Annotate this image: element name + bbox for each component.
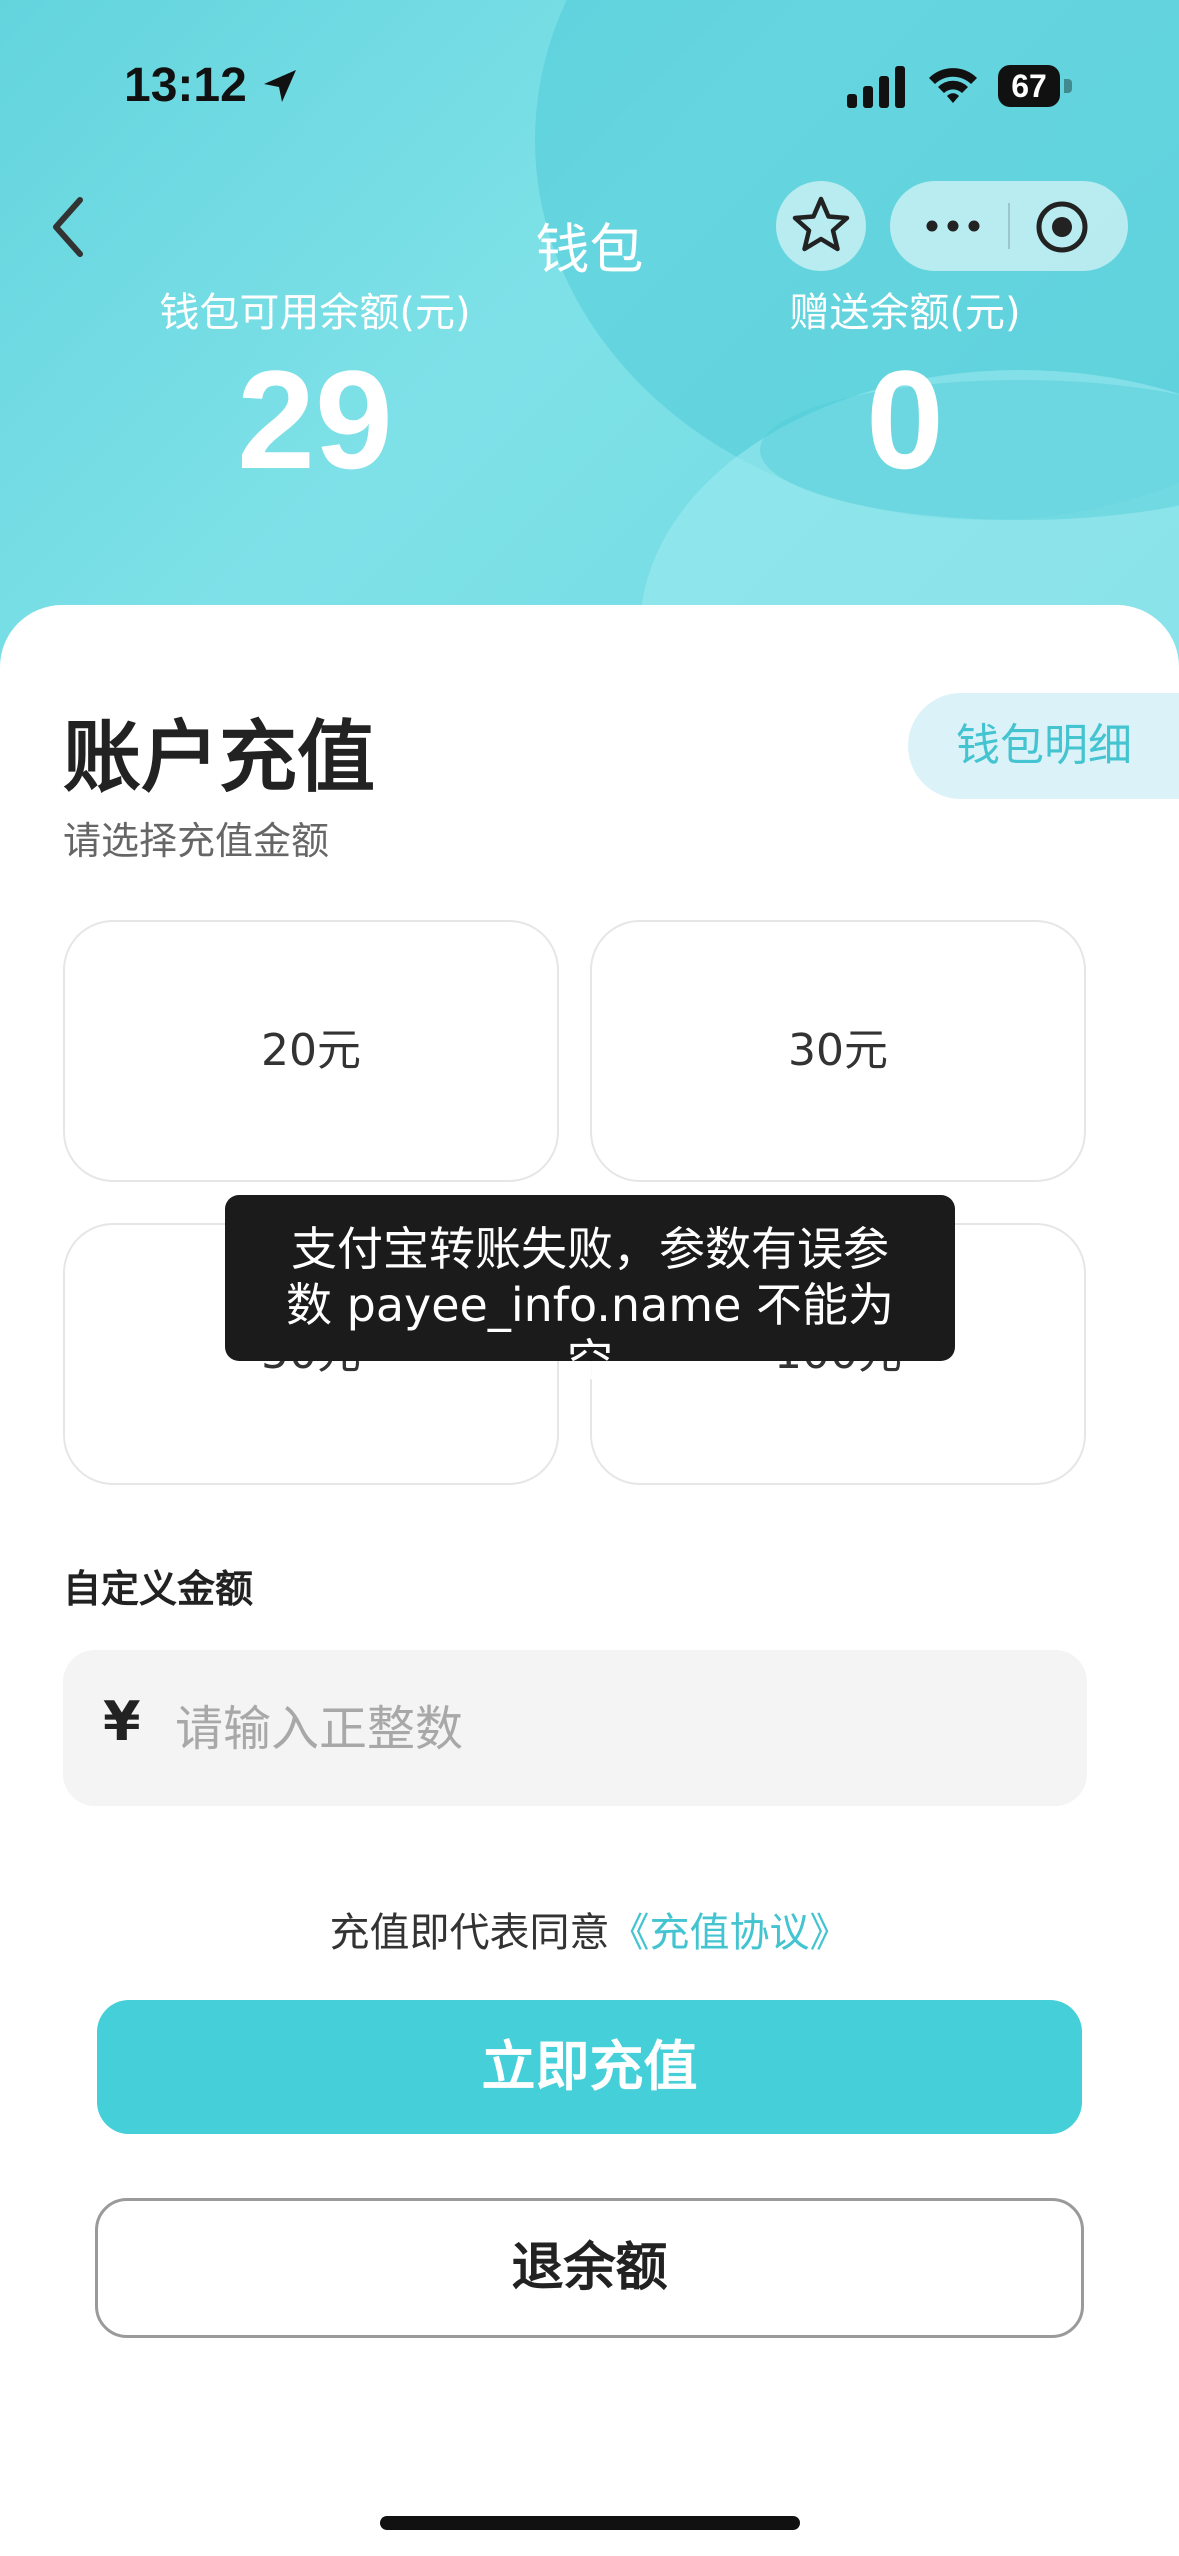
signal-icon — [847, 66, 905, 108]
agreement-link[interactable]: 《充值协议》 — [610, 1910, 850, 1956]
custom-amount-label: 自定义金额 — [63, 1567, 254, 1611]
wallet-header: 13:12 67 钱包 钱包可用余额(元) 29 赠送余额(元) 0 — [0, 0, 1179, 700]
gift-balance-value: 0 — [866, 341, 944, 498]
refund-balance-button[interactable]: 退余额 — [95, 2198, 1084, 2338]
battery-level: 67 — [998, 65, 1060, 107]
section-title: 账户充值 — [63, 713, 376, 803]
more-dots-icon[interactable] — [918, 201, 988, 251]
amount-option-20[interactable]: 20元 — [63, 920, 559, 1182]
wifi-icon — [929, 68, 977, 103]
favorite-button[interactable] — [776, 181, 866, 271]
wallet-detail-button[interactable]: 钱包明细 — [908, 693, 1179, 799]
agreement-text: 充值即代表同意《充值协议》 — [0, 1900, 1179, 1958]
error-toast: 支付宝转账失败，参数有误参 数 payee_info.name 不能为空 — [225, 1195, 955, 1388]
agreement-prefix: 充值即代表同意 — [329, 1910, 610, 1956]
battery-tip — [1064, 79, 1072, 93]
custom-amount-field: ¥ — [63, 1650, 1087, 1806]
star-icon — [792, 196, 850, 252]
gift-balance-label: 赠送余额(元) — [789, 290, 1021, 336]
recharge-button[interactable]: 立即充值 — [97, 2000, 1082, 2134]
status-time: 13:12 — [124, 59, 247, 112]
location-arrow-icon — [264, 70, 296, 102]
available-balance-label: 钱包可用余额(元) — [159, 290, 471, 336]
available-balance-value: 29 — [237, 341, 393, 498]
toast-line-1: 支付宝转账失败，参数有误参 — [291, 1222, 889, 1276]
battery-icon: 67 — [998, 65, 1076, 107]
amount-option-30[interactable]: 30元 — [590, 920, 1086, 1182]
miniapp-capsule — [890, 181, 1128, 271]
section-subtitle: 请选择充值金额 — [63, 819, 330, 863]
yen-symbol: ¥ — [103, 1690, 141, 1753]
capsule-divider — [1008, 203, 1010, 249]
toast-line-2: 数 payee_info.name 不能为空 — [286, 1278, 894, 1388]
home-indicator — [380, 2516, 800, 2530]
target-icon[interactable] — [1034, 199, 1090, 255]
custom-amount-input[interactable] — [173, 1680, 1037, 1778]
